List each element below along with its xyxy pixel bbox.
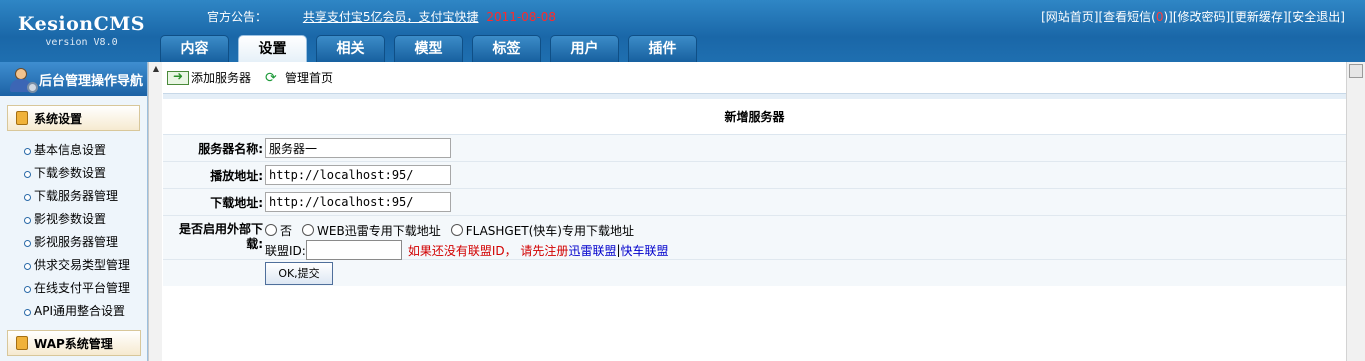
hand-icon (16, 336, 28, 350)
change-password-link[interactable]: [修改密码] (1173, 10, 1230, 24)
view-messages-link[interactable]: [查看短信(0)] (1098, 10, 1172, 24)
manage-home-button[interactable]: ⟳ 管理首页 (265, 69, 333, 86)
radio-no[interactable] (265, 224, 277, 236)
union-id-input[interactable] (305, 240, 402, 260)
sidebar-item-label: 基本信息设置 (34, 143, 107, 157)
toolbar: 添加服务器 ⟳ 管理首页 (163, 62, 1346, 94)
download-url-label: 下载地址: (210, 195, 263, 210)
sidebar-section-system[interactable]: 系统设置 (7, 105, 140, 131)
add-server-button[interactable]: 添加服务器 (167, 69, 251, 86)
tab-content[interactable]: 内容 (160, 35, 229, 62)
flashget-union-link[interactable]: 快车联盟 (621, 242, 669, 259)
sidebar-item-api-integration[interactable]: API通用整合设置 (0, 300, 147, 323)
tab-models[interactable]: 模型 (394, 35, 463, 62)
sidebar-item-video-servers[interactable]: 影视服务器管理 (0, 231, 147, 254)
tab-users[interactable]: 用户 (550, 35, 619, 62)
thunder-union-link[interactable]: 迅雷联盟 (568, 242, 616, 259)
logo: KesionCMS version V8.0 (0, 0, 163, 62)
messages-count: 0 (1155, 10, 1164, 24)
site-home-link[interactable]: [网站首页] (1041, 10, 1098, 24)
sidebar-item-label: API通用整合设置 (34, 304, 125, 318)
submit-row: OK,提交 (163, 260, 1346, 286)
top-header: KesionCMS version V8.0 官方公告： 共享支付宝5亿会员，支… (0, 0, 1365, 62)
tab-settings[interactable]: 设置 (238, 35, 307, 62)
union-hint: 如果还没有联盟ID， 请先注册 (407, 243, 569, 258)
play-url-input[interactable] (265, 165, 451, 185)
server-name-input[interactable] (265, 138, 451, 158)
sidebar-menu: 基本信息设置 下载参数设置 下载服务器管理 影视参数设置 影视服务器管理 供求交… (0, 139, 147, 323)
download-url-input[interactable] (265, 192, 451, 212)
sidebar-item-payment-platforms[interactable]: 在线支付平台管理 (0, 277, 147, 300)
play-url-label: 播放地址: (210, 168, 263, 183)
main-tabs: 内容 设置 相关 模型 标签 用户 插件 (160, 35, 706, 62)
sidebar-item-label: 下载服务器管理 (34, 189, 119, 203)
logout-link[interactable]: [安全退出] (1288, 10, 1345, 24)
hand-icon (16, 111, 28, 125)
radio-thunder-label: WEB迅雷专用下载地址 (317, 223, 441, 238)
app-name: KesionCMS (18, 13, 145, 35)
sidebar-item-download-params[interactable]: 下载参数设置 (0, 162, 147, 185)
tab-tags[interactable]: 标签 (472, 35, 541, 62)
external-download-options: 否 WEB迅雷专用下载地址 FLASHGET(快车)专用下载地址 联盟ID: 如… (265, 219, 669, 261)
admin-user-icon (6, 65, 38, 93)
sidebar-item-video-params[interactable]: 影视参数设置 (0, 208, 147, 231)
server-name-label: 服务器名称: (198, 141, 263, 156)
sidebar-item-label: 影视服务器管理 (34, 235, 119, 249)
download-url-row: 下载地址: (163, 189, 1346, 216)
announcement-label: 官方公告： (207, 10, 268, 24)
sidebar-header: 后台管理操作导航 (0, 62, 147, 96)
app-version: version V8.0 (45, 37, 118, 48)
sidebar-section-wap[interactable]: WAP系统管理 (7, 330, 141, 356)
sidebar-item-download-servers[interactable]: 下载服务器管理 (0, 185, 147, 208)
sidebar-title: 后台管理操作导航 (39, 73, 144, 89)
messages-suffix: )] (1163, 10, 1173, 24)
tab-plugins[interactable]: 插件 (628, 35, 697, 62)
announcement: 官方公告： 共享支付宝5亿会员，支付宝快捷 2011-08-08 (207, 8, 556, 25)
add-icon (167, 69, 189, 85)
sidebar-item-label: 影视参数设置 (34, 212, 107, 226)
radio-flashget[interactable] (450, 224, 463, 236)
form-title: 新增服务器 (163, 99, 1346, 135)
scroll-up-arrow-icon[interactable]: ▲ (149, 62, 163, 76)
refresh-cache-link[interactable]: [更新缓存] (1230, 10, 1287, 24)
announcement-link[interactable]: 共享支付宝5亿会员，支付宝快捷 (303, 10, 479, 24)
sidebar-item-label: 下载参数设置 (34, 166, 107, 180)
sidebar-item-trade-types[interactable]: 供求交易类型管理 (0, 254, 147, 277)
sidebar-section-label: WAP系统管理 (34, 336, 113, 351)
add-server-label: 添加服务器 (191, 71, 252, 85)
sidebar-scrollbar[interactable]: ▲ (148, 62, 162, 361)
scroll-up-button-icon[interactable] (1349, 64, 1363, 78)
refresh-icon: ⟳ (265, 69, 277, 86)
main-panel: 添加服务器 ⟳ 管理首页 新增服务器 服务器名称: 播放地址: 下载地址: 是否… (163, 62, 1346, 361)
sidebar: 后台管理操作导航 系统设置 基本信息设置 下载参数设置 下载服务器管理 影视参数… (0, 62, 148, 361)
external-download-label: 是否启用外部下载: (178, 222, 263, 251)
server-name-row: 服务器名称: (163, 135, 1346, 162)
submit-button[interactable]: OK,提交 (265, 261, 333, 285)
sidebar-item-label: 在线支付平台管理 (34, 281, 131, 295)
play-url-row: 播放地址: (163, 162, 1346, 189)
union-id-label: 联盟ID: (265, 243, 306, 258)
messages-prefix: [查看短信( (1098, 10, 1156, 24)
external-download-row: 是否启用外部下载: 否 WEB迅雷专用下载地址 FLASHGET(快车)专用下载… (163, 216, 1346, 260)
sidebar-item-basic-info[interactable]: 基本信息设置 (0, 139, 147, 162)
sidebar-item-label: 供求交易类型管理 (34, 258, 131, 272)
radio-thunder[interactable] (302, 224, 315, 236)
announcement-date: 2011-08-08 (486, 10, 557, 24)
tab-related[interactable]: 相关 (316, 35, 385, 62)
radio-flashget-label: FLASHGET(快车)专用下载地址 (465, 223, 634, 238)
main-scrollbar[interactable] (1346, 62, 1365, 361)
radio-no-label: 否 (280, 223, 293, 238)
sidebar-section-label: 系统设置 (34, 111, 83, 126)
manage-home-label: 管理首页 (285, 71, 334, 85)
top-links: [网站首页][查看短信(0)][修改密码][更新缓存][安全退出] (1041, 8, 1345, 25)
